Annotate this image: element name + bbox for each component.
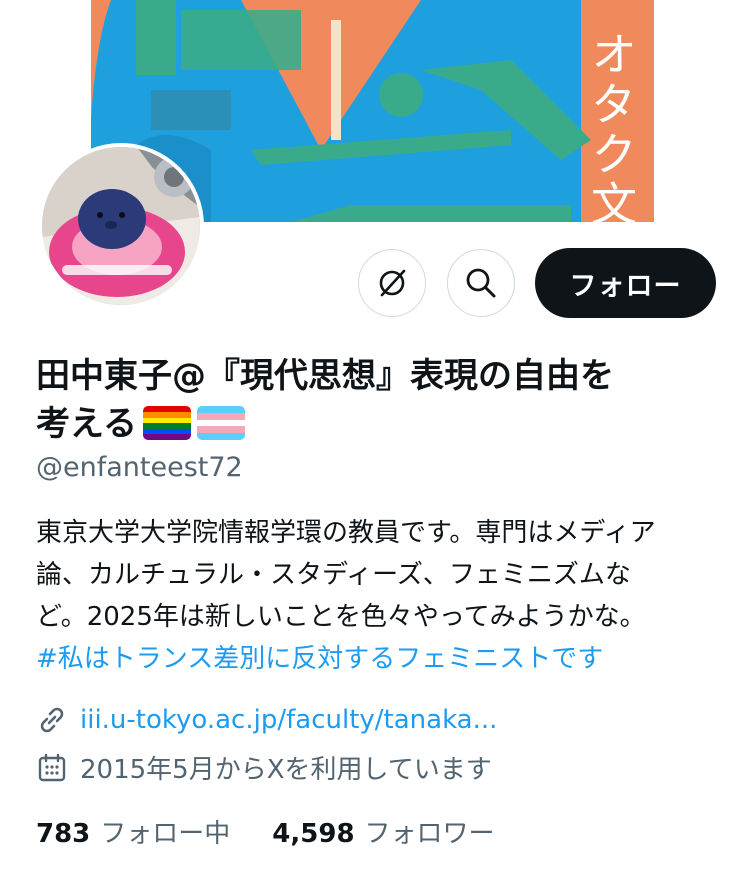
- website-row: iii.u-tokyo.ac.jp/faculty/tanaka...: [36, 704, 497, 736]
- profile-name-line1: 田中東子@『現代思想』表現の自由を: [36, 356, 614, 396]
- grok-icon: [379, 269, 406, 297]
- transgender-flag-icon: [196, 406, 245, 440]
- website-link[interactable]: iii.u-tokyo.ac.jp/faculty/tanaka...: [80, 705, 497, 735]
- profile-handle: @enfanteest72: [36, 452, 243, 483]
- following-link[interactable]: 783 フォロー中: [36, 813, 230, 850]
- follow-stats: 783 フォロー中 4,598 フォロワー: [36, 813, 495, 850]
- bio-line: 論、カルチュラル・スタディーズ、フェミニズムな: [36, 560, 631, 590]
- joined-row: 2015年5月からXを利用しています: [36, 749, 492, 786]
- search-button[interactable]: [447, 249, 515, 317]
- rainbow-flag-icon: [142, 406, 191, 440]
- avatar-image: [42, 147, 200, 305]
- link-icon: [40, 707, 64, 733]
- profile-bio: 東京大学大学院情報学環の教員です。専門はメディア 論、カルチュラル・スタディーズ…: [36, 512, 726, 680]
- avatar[interactable]: [38, 143, 204, 309]
- follow-button-label: フォロー: [569, 270, 682, 302]
- bio-hashtag-link[interactable]: #私はトランス差別に反対するフェミニストです: [36, 638, 726, 680]
- following-count: 783: [36, 819, 91, 849]
- calendar-icon: [38, 753, 66, 781]
- follow-button[interactable]: フォロー: [535, 248, 716, 318]
- following-label: フォロー中: [100, 819, 231, 849]
- bio-line: ど。2025年は新しいことを色々やってみようかな。: [36, 602, 646, 632]
- search-icon: [466, 268, 496, 298]
- banner-text: オタク文化: [584, 30, 638, 222]
- joined-date: 2015年5月からXを利用しています: [80, 755, 492, 785]
- followers-count: 4,598: [272, 819, 355, 849]
- grok-button[interactable]: [358, 249, 426, 317]
- profile-name: 田中東子@『現代思想』表現の自由を 考える: [36, 352, 716, 448]
- followers-link[interactable]: 4,598 フォロワー: [272, 813, 494, 850]
- profile-name-line2: 考える: [36, 404, 137, 444]
- bio-line: 東京大学大学院情報学環の教員です。専門はメディア: [36, 518, 656, 548]
- followers-label: フォロワー: [364, 819, 495, 849]
